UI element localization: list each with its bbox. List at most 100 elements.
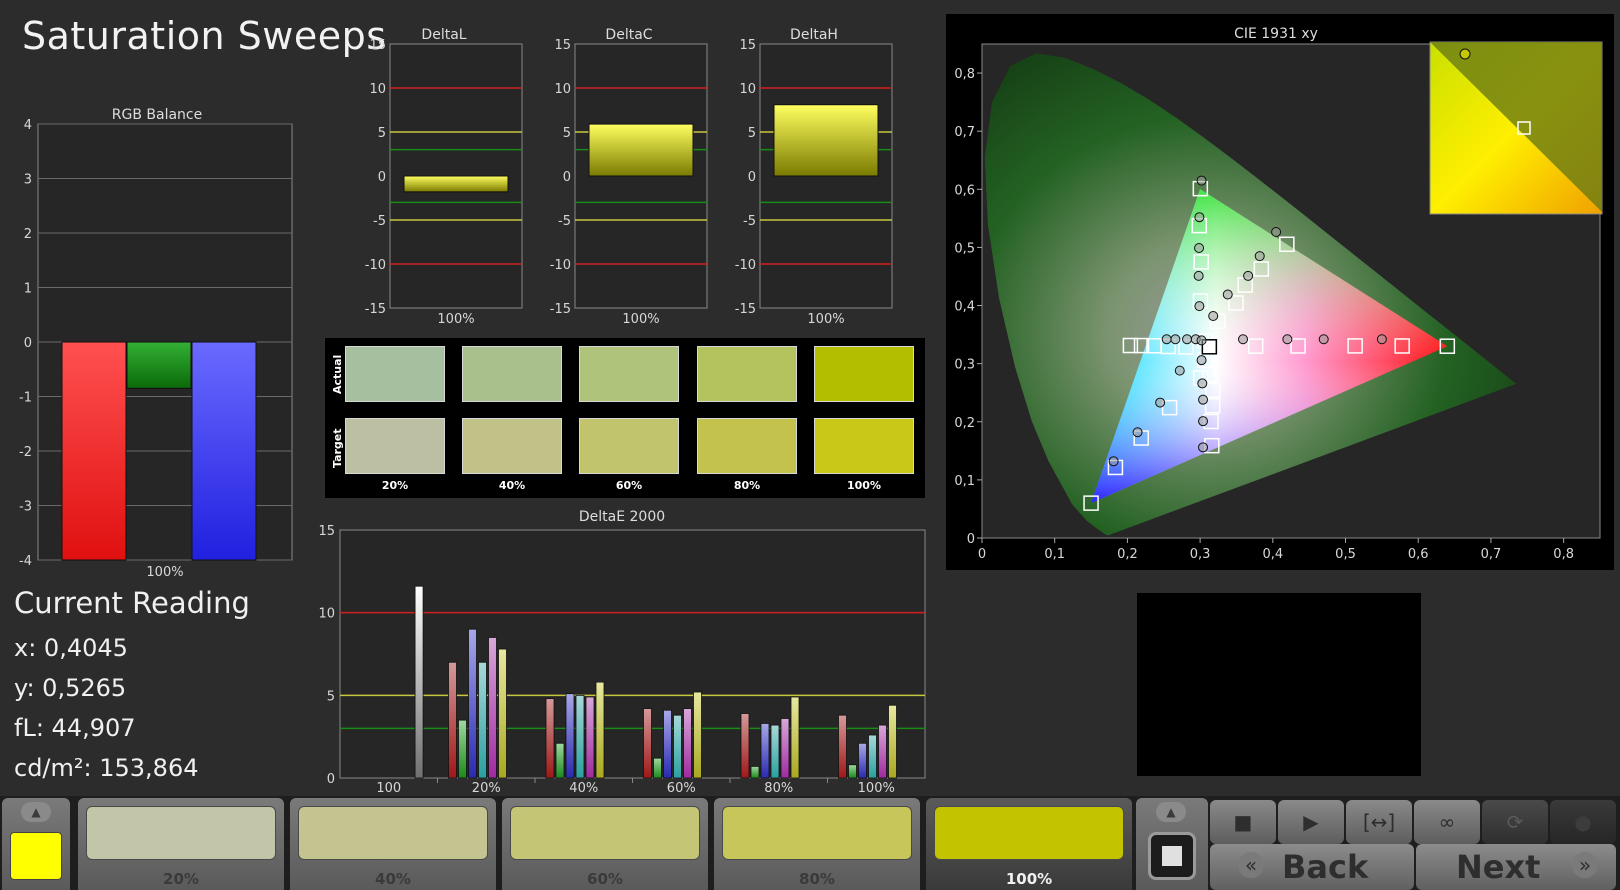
delta-tick-label: -5 — [743, 214, 756, 229]
cie-y-tick-label: 0,6 — [954, 183, 975, 198]
deltaE-bar-white — [414, 585, 424, 779]
deltaE-bar-red — [545, 698, 555, 779]
deltaC-chart: DeltaC 15 10 5 0 -5 -10 -15 100% — [550, 27, 708, 327]
step-card-40pct[interactable]: 40% — [290, 798, 496, 890]
rgb-tick-label: -1 — [19, 391, 32, 406]
current-color-swatch — [10, 832, 62, 880]
delta-tick-label: 0 — [378, 170, 386, 185]
delta-tick-label: 15 — [554, 38, 571, 53]
loop-icon: ∞ — [1438, 810, 1456, 834]
step-card-100pct[interactable]: 100% — [926, 798, 1132, 890]
deltaE-tick-label: 10 — [318, 607, 335, 622]
step-card-60pct[interactable]: 60% — [502, 798, 708, 890]
deltaE-bar-yellow — [595, 681, 605, 779]
cie-x-tick-label: 0,1 — [1044, 547, 1065, 562]
measured-marker — [1254, 251, 1265, 262]
measured-marker — [1198, 442, 1209, 453]
rgb-tick-label: 2 — [24, 227, 32, 242]
measured-marker — [1196, 335, 1207, 346]
cie-title: CIE 1931 xy — [1234, 26, 1318, 42]
next-button[interactable]: Next » — [1416, 844, 1616, 890]
step-label: 20% — [163, 870, 199, 888]
swatch-label: 40% — [498, 479, 526, 492]
back-label: Back — [1282, 848, 1369, 886]
delta-tick-label: 10 — [554, 82, 571, 97]
deltaE-bar-cyan — [478, 661, 487, 779]
deltaE-bar-green — [848, 764, 857, 779]
deltaE-category-label: 20% — [472, 781, 501, 795]
actual-swatch — [462, 346, 562, 402]
deltaE-bar-yellow — [888, 704, 897, 779]
fit-button[interactable]: [↔] — [1346, 800, 1412, 844]
current-color-card[interactable]: ▲ — [2, 798, 70, 890]
target-swatch — [579, 418, 679, 474]
cie-y-tick-label: 0,2 — [954, 416, 975, 431]
deltaE-bar-yellow — [693, 691, 702, 779]
back-button[interactable]: « Back — [1210, 844, 1414, 890]
cie-y-tick-label: 0,5 — [954, 241, 975, 256]
deltaC-title: DeltaC — [605, 27, 652, 43]
step-swatch — [722, 806, 912, 860]
deltaE-bar-cyan — [770, 724, 780, 779]
record-button[interactable]: ● — [1550, 800, 1616, 844]
deltaE-bar-blue — [663, 709, 672, 779]
target-swatch — [462, 418, 562, 474]
reading-x: x: 0,4045 — [14, 634, 128, 662]
delta-tick-label: 10 — [369, 82, 386, 97]
deltaE-category-label: 60% — [667, 781, 696, 795]
step-card-80pct[interactable]: 80% — [714, 798, 920, 890]
row-label-actual: Actual — [331, 354, 344, 394]
delta-tick-label: -15 — [365, 302, 386, 317]
delta-tick-label: 5 — [378, 126, 386, 141]
deltaE-bar-blue — [468, 628, 477, 779]
loop-button[interactable]: ∞ — [1414, 800, 1480, 844]
target-swatch — [697, 418, 797, 474]
measured-marker — [1155, 397, 1166, 408]
stop-icon: ■ — [1233, 810, 1253, 834]
chevron-right-icon: » — [1572, 852, 1598, 878]
delta-tick-label: 10 — [739, 82, 756, 97]
pattern-stop-button[interactable] — [1148, 832, 1196, 880]
chevron-left-icon: « — [1238, 852, 1264, 878]
cie-x-tick-label: 0,4 — [1262, 547, 1283, 562]
delta-tick-label: -15 — [550, 302, 571, 317]
cie-x-tick-label: 0,3 — [1190, 547, 1211, 562]
next-label: Next — [1456, 848, 1541, 886]
stop-pattern-card[interactable]: ▲ — [1136, 798, 1208, 890]
rgb-tick-label: 4 — [24, 118, 32, 133]
deltaE-bar-yellow — [790, 696, 800, 779]
deltaE-bar-cyan — [673, 714, 682, 779]
reading-cdm2: cd/m²: 153,864 — [14, 754, 199, 782]
step-swatch — [510, 806, 700, 860]
step-card-20pct[interactable]: 20% — [78, 798, 284, 890]
delta-tick-label: 0 — [748, 170, 756, 185]
deltaL-chart: DeltaL 15 10 5 0 -5 -10 -15 100% — [365, 27, 523, 327]
delta-tick-label: 0 — [563, 170, 571, 185]
cie-x-tick-label: 0,8 — [1553, 547, 1574, 562]
deltaE-bar-red — [643, 708, 652, 779]
deltaE-chart: DeltaE 2000 15 10 5 0 100 20% 40% 60% 80% 100% — [318, 509, 926, 795]
play-button[interactable]: ▶ — [1278, 800, 1344, 844]
fit-icon: [↔] — [1362, 810, 1396, 834]
collapse-up-icon-2[interactable]: ▲ — [1156, 802, 1186, 822]
stop-button[interactable]: ■ — [1210, 800, 1276, 844]
delta-tick-label: 5 — [563, 126, 571, 141]
target-swatch — [814, 418, 914, 474]
actual-swatch — [345, 346, 445, 402]
rgb-balance-chart: RGB Balance 4 3 2 1 0 -1 -2 -3 -4 100% — [19, 107, 293, 580]
cie-x-tick-label: 0,2 — [1117, 547, 1138, 562]
square-stop-icon — [1162, 846, 1182, 866]
cie-y-tick-label: 0,4 — [954, 300, 975, 315]
measured-marker — [1376, 334, 1387, 345]
collapse-up-icon[interactable]: ▲ — [21, 802, 51, 822]
measured-marker — [1282, 334, 1293, 345]
refresh-icon: ⟳ — [1506, 810, 1524, 834]
delta-tick-label: 5 — [748, 126, 756, 141]
current-reading-heading: Current Reading — [14, 586, 250, 620]
delta-tick-label: -10 — [365, 258, 386, 273]
deltaH-title: DeltaH — [790, 27, 838, 43]
rgb-bar-green — [126, 341, 192, 389]
refresh-button[interactable]: ⟳ — [1482, 800, 1548, 844]
measured-marker — [1243, 270, 1254, 281]
actual-swatch — [579, 346, 679, 402]
